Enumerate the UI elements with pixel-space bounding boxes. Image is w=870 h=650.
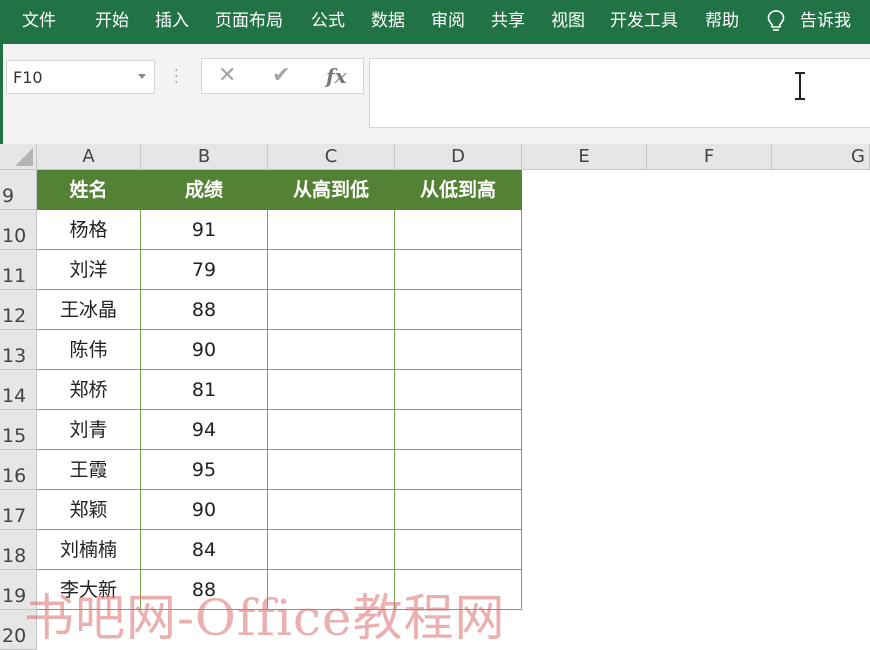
row-header[interactable]: 17 — [0, 490, 37, 530]
tab-insert[interactable]: 插入 — [155, 10, 189, 32]
enter-check-icon[interactable]: ✔ — [272, 64, 290, 88]
ribbon-tab-bar: 文件 开始 插入 页面布局 公式 数据 审阅 共享 视图 开发工具 帮助 告诉我 — [0, 0, 870, 44]
row-header[interactable]: 20 — [0, 610, 37, 650]
table-cell[interactable] — [395, 530, 522, 570]
row-header[interactable]: 15 — [0, 410, 37, 450]
table-cell[interactable] — [268, 450, 395, 490]
select-all-button[interactable] — [0, 144, 37, 170]
table-cell[interactable] — [268, 530, 395, 570]
row-header[interactable]: 19 — [0, 570, 37, 610]
table-cell[interactable]: 95 — [141, 450, 268, 490]
table-cell[interactable] — [268, 370, 395, 410]
row-header[interactable]: 12 — [0, 290, 37, 330]
table-cell[interactable] — [268, 490, 395, 530]
row-header[interactable]: 13 — [0, 330, 37, 370]
row-header[interactable]: 9 — [0, 170, 37, 210]
column-header-a[interactable]: A — [37, 144, 141, 170]
table-cell[interactable] — [395, 330, 522, 370]
table-cell[interactable]: 94 — [141, 410, 268, 450]
row-header[interactable]: 16 — [0, 450, 37, 490]
row-header[interactable]: 14 — [0, 370, 37, 410]
tab-view[interactable]: 视图 — [551, 10, 585, 32]
table-cell[interactable] — [268, 570, 395, 610]
column-header-f[interactable]: F — [647, 144, 772, 170]
text-cursor-icon — [795, 72, 805, 100]
table-cell[interactable] — [395, 450, 522, 490]
table-cell[interactable] — [268, 250, 395, 290]
grip-dots-icon[interactable]: · · · — [174, 64, 178, 90]
chevron-down-icon[interactable] — [138, 74, 146, 79]
tab-review[interactable]: 审阅 — [431, 10, 465, 32]
table-cell[interactable]: 88 — [141, 290, 268, 330]
column-header-b[interactable]: B — [141, 144, 268, 170]
tab-formulas[interactable]: 公式 — [311, 10, 345, 32]
name-box-value: F10 — [13, 68, 43, 87]
formula-buttons: ✕ ✔ fx — [201, 58, 364, 94]
lightbulb-icon[interactable] — [766, 9, 786, 35]
table-cell[interactable]: 79 — [141, 250, 268, 290]
tab-file[interactable]: 文件 — [22, 10, 56, 32]
table-cell[interactable]: 郑桥 — [37, 370, 141, 410]
header-name-cell[interactable]: 姓名 — [37, 170, 141, 210]
formula-toolbar: F10 · · · ✕ ✔ fx — [0, 44, 870, 144]
table-cell[interactable]: 刘青 — [37, 410, 141, 450]
table-cell[interactable]: 88 — [141, 570, 268, 610]
tab-data[interactable]: 数据 — [371, 10, 405, 32]
worksheet-grid[interactable]: A B C D E F G 9 10 11 12 13 14 15 16 17 18 19 20 姓名… — [0, 144, 870, 650]
table-cell[interactable]: 90 — [141, 330, 268, 370]
table-cell[interactable]: 84 — [141, 530, 268, 570]
table-cell[interactable] — [395, 570, 522, 610]
table-cell[interactable] — [395, 210, 522, 250]
table-cell[interactable] — [268, 330, 395, 370]
table-cell[interactable]: 王霞 — [37, 450, 141, 490]
table-cell[interactable] — [395, 290, 522, 330]
row-header[interactable]: 10 — [0, 210, 37, 250]
column-header-c[interactable]: C — [268, 144, 395, 170]
tab-share[interactable]: 共享 — [491, 10, 525, 32]
table-cell[interactable] — [395, 250, 522, 290]
column-header-e[interactable]: E — [522, 144, 647, 170]
column-header-g[interactable]: G — [772, 144, 870, 170]
table-cell[interactable]: 91 — [141, 210, 268, 250]
table-cell[interactable] — [395, 370, 522, 410]
name-box[interactable]: F10 — [6, 60, 155, 94]
tab-help[interactable]: 帮助 — [705, 10, 739, 32]
header-asc-cell[interactable]: 从低到高 — [395, 170, 522, 210]
table-cell[interactable] — [268, 410, 395, 450]
tell-me-search[interactable]: 告诉我 — [800, 10, 851, 32]
table-cell[interactable]: 刘楠楠 — [37, 530, 141, 570]
table-cell[interactable]: 刘洋 — [37, 250, 141, 290]
table-cell[interactable]: 王冰晶 — [37, 290, 141, 330]
table-cell[interactable]: 陈伟 — [37, 330, 141, 370]
table-cell[interactable]: 81 — [141, 370, 268, 410]
header-score-cell[interactable]: 成绩 — [141, 170, 268, 210]
header-desc-cell[interactable]: 从高到低 — [268, 170, 395, 210]
row-header[interactable]: 11 — [0, 250, 37, 290]
table-cell[interactable] — [395, 490, 522, 530]
cancel-icon[interactable]: ✕ — [218, 64, 236, 88]
insert-function-icon[interactable]: fx — [326, 64, 347, 88]
table-cell[interactable]: 90 — [141, 490, 268, 530]
tab-page-layout[interactable]: 页面布局 — [215, 10, 283, 32]
table-cell[interactable]: 杨格 — [37, 210, 141, 250]
table-cell[interactable] — [395, 410, 522, 450]
table-cell[interactable] — [268, 290, 395, 330]
tab-home[interactable]: 开始 — [95, 10, 129, 32]
tab-developer[interactable]: 开发工具 — [610, 10, 678, 32]
table-cell[interactable]: 李大新 — [37, 570, 141, 610]
column-header-d[interactable]: D — [395, 144, 522, 170]
table-cell[interactable] — [268, 210, 395, 250]
table-cell[interactable]: 郑颖 — [37, 490, 141, 530]
row-header[interactable]: 18 — [0, 530, 37, 570]
